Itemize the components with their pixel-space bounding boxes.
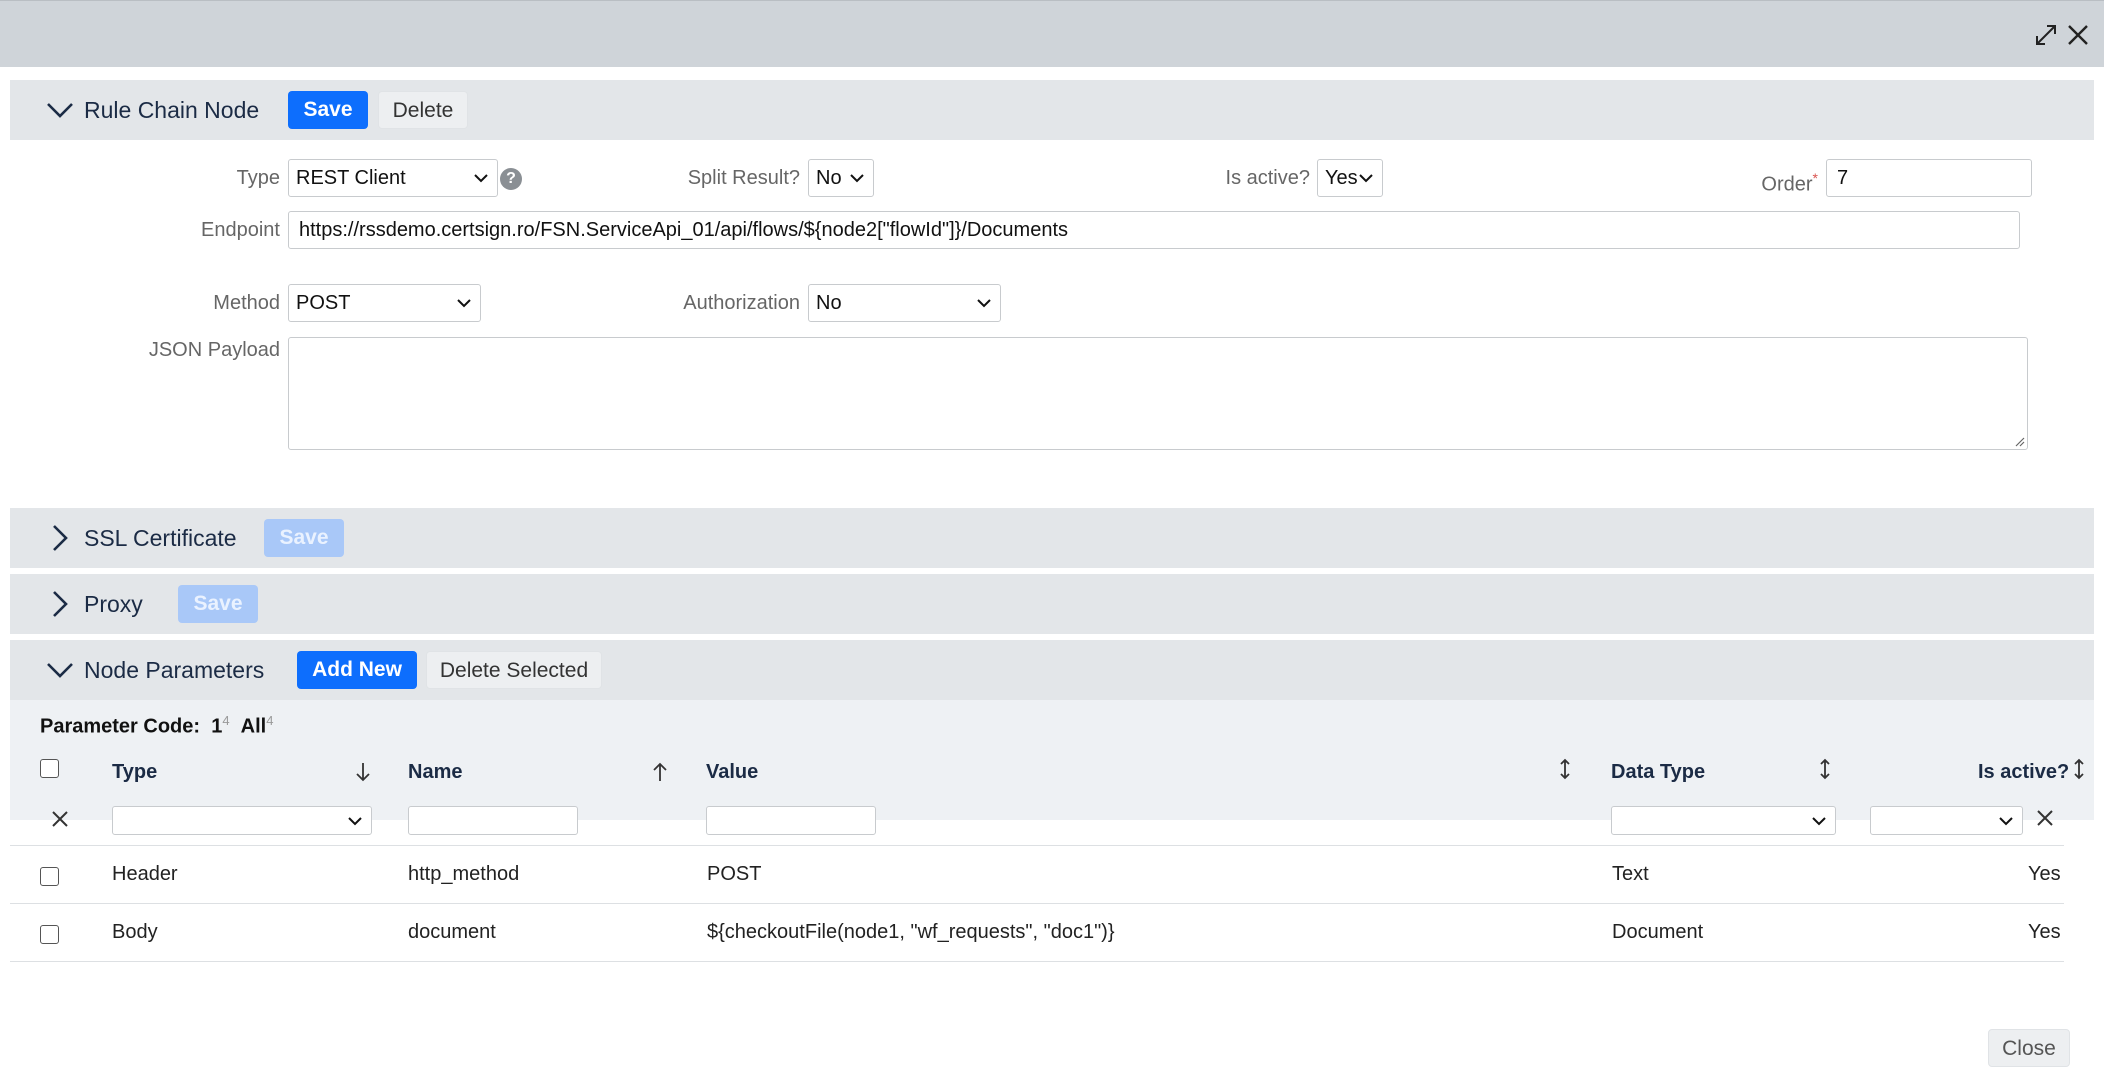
add-new-button[interactable]: Add New	[297, 651, 417, 689]
required-mark: *	[1812, 170, 1818, 186]
sort-up-icon[interactable]	[651, 760, 669, 784]
sort-down-icon[interactable]	[354, 760, 372, 784]
json-payload-textarea[interactable]	[288, 337, 2028, 450]
cell-is-active: Yes	[2028, 921, 2061, 943]
chevron-down-icon	[1999, 817, 2013, 826]
rule-chain-node-header: Rule Chain Node Save Delete	[10, 80, 2094, 140]
ssl-certificate-header[interactable]: SSL Certificate Save	[10, 508, 2094, 568]
authorization-select-value: No	[816, 292, 842, 314]
method-label: Method	[213, 292, 280, 314]
endpoint-input[interactable]: https://rssdemo.certsign.ro/FSN.ServiceA…	[288, 211, 2020, 249]
section-title-node-parameters: Node Parameters	[84, 657, 265, 683]
type-label: Type	[236, 167, 280, 189]
row-divider	[10, 845, 2064, 846]
is-active-select[interactable]: Yes	[1317, 159, 1383, 197]
is-active-filter-select[interactable]	[1870, 806, 2023, 835]
sort-both-icon[interactable]	[2070, 757, 2088, 781]
cell-is-active: Yes	[2028, 863, 2061, 885]
parameter-code-filter: Parameter Code: 14 All4	[40, 713, 273, 739]
resize-handle-icon[interactable]	[2013, 435, 2025, 447]
split-result-select[interactable]: No	[808, 159, 874, 197]
authorization-select[interactable]: No	[808, 284, 1001, 322]
data-type-filter-select[interactable]	[1611, 806, 1836, 835]
split-result-value: No	[816, 167, 842, 189]
section-title-proxy: Proxy	[84, 591, 143, 617]
chevron-down-icon	[1812, 817, 1826, 826]
value-filter-input[interactable]	[706, 806, 876, 835]
row-divider	[10, 961, 2064, 962]
cell-value: ${checkoutFile(node1, "wf_requests", "do…	[707, 921, 1115, 943]
node-parameters-grid-area: Parameter Code: 14 All4 Type Name Value …	[10, 700, 2094, 820]
chevron-down-icon	[977, 299, 991, 308]
filter-option-1-count: 4	[222, 713, 230, 728]
chevron-down-icon	[474, 174, 488, 183]
close-button[interactable]: Close	[1988, 1029, 2070, 1067]
delete-button[interactable]: Delete	[378, 91, 468, 129]
order-label-text: Order	[1761, 173, 1813, 196]
cell-type: Header	[112, 863, 178, 885]
method-select-value: POST	[296, 292, 351, 314]
chevron-down-icon[interactable]	[44, 654, 76, 686]
cell-name: document	[408, 921, 496, 943]
column-header-value[interactable]: Value	[706, 757, 758, 787]
filter-option-1[interactable]: 1	[211, 716, 222, 738]
save-button[interactable]: Save	[288, 91, 368, 129]
cell-type: Body	[112, 921, 158, 943]
is-active-value: Yes	[1325, 167, 1358, 189]
order-input[interactable]: 7	[1826, 159, 2032, 197]
ssl-save-button[interactable]: Save	[264, 519, 344, 557]
row-divider	[10, 903, 2064, 904]
dialog-body: Rule Chain Node Save Delete Type REST Cl…	[0, 67, 2104, 1081]
section-title-rule-chain-node: Rule Chain Node	[84, 97, 260, 123]
proxy-header[interactable]: Proxy Save	[10, 574, 2094, 634]
cell-data-type: Document	[1612, 921, 1704, 943]
sort-both-icon[interactable]	[1816, 757, 1834, 781]
cell-value: POST	[707, 863, 762, 885]
chevron-down-icon[interactable]	[44, 94, 76, 126]
delete-selected-button[interactable]: Delete Selected	[426, 651, 602, 689]
chevron-down-icon	[850, 174, 864, 183]
chevron-right-icon[interactable]	[44, 522, 76, 554]
row-checkbox[interactable]	[40, 867, 59, 886]
clear-filters-icon[interactable]	[50, 809, 70, 829]
sort-both-icon[interactable]	[1556, 757, 1574, 781]
select-all-checkbox[interactable]	[40, 759, 59, 778]
parameter-code-label: Parameter Code:	[40, 715, 201, 738]
section-title-ssl-certificate: SSL Certificate	[84, 525, 237, 551]
cell-name: http_method	[408, 863, 520, 885]
row-checkbox[interactable]	[40, 925, 59, 944]
help-icon[interactable]: ?	[500, 168, 522, 190]
cell-data-type: Text	[1612, 863, 1649, 885]
chevron-right-icon[interactable]	[44, 588, 76, 620]
chevron-down-icon	[348, 817, 362, 826]
endpoint-label: Endpoint	[201, 219, 280, 241]
is-active-label: Is active?	[1225, 167, 1310, 189]
authorization-label: Authorization	[683, 292, 800, 314]
column-header-data-type[interactable]: Data Type	[1611, 757, 1705, 787]
order-label: Order*	[1700, 159, 1818, 204]
type-filter-select[interactable]	[112, 806, 372, 835]
filter-option-all[interactable]: All	[241, 716, 267, 738]
split-result-label: Split Result?	[687, 167, 800, 189]
proxy-save-button[interactable]: Save	[178, 585, 258, 623]
type-select-value: REST Client	[296, 167, 406, 189]
chevron-down-icon	[1359, 174, 1373, 183]
column-header-is-active[interactable]: Is active?	[1978, 757, 2069, 787]
column-header-name[interactable]: Name	[408, 757, 462, 787]
type-select[interactable]: REST Client	[288, 159, 498, 197]
clear-is-active-filter-icon[interactable]	[2035, 808, 2055, 828]
dialog-titlebar	[0, 0, 2104, 67]
node-parameters-header: Node Parameters Add New Delete Selected	[10, 640, 2094, 700]
method-select[interactable]: POST	[288, 284, 481, 322]
maximize-icon[interactable]	[2032, 21, 2060, 49]
chevron-down-icon	[457, 299, 471, 308]
json-payload-label: JSON Payload	[148, 339, 280, 361]
close-icon[interactable]	[2064, 21, 2092, 49]
filter-option-all-count: 4	[266, 713, 274, 728]
column-header-type[interactable]: Type	[112, 757, 157, 787]
name-filter-input[interactable]	[408, 806, 578, 835]
